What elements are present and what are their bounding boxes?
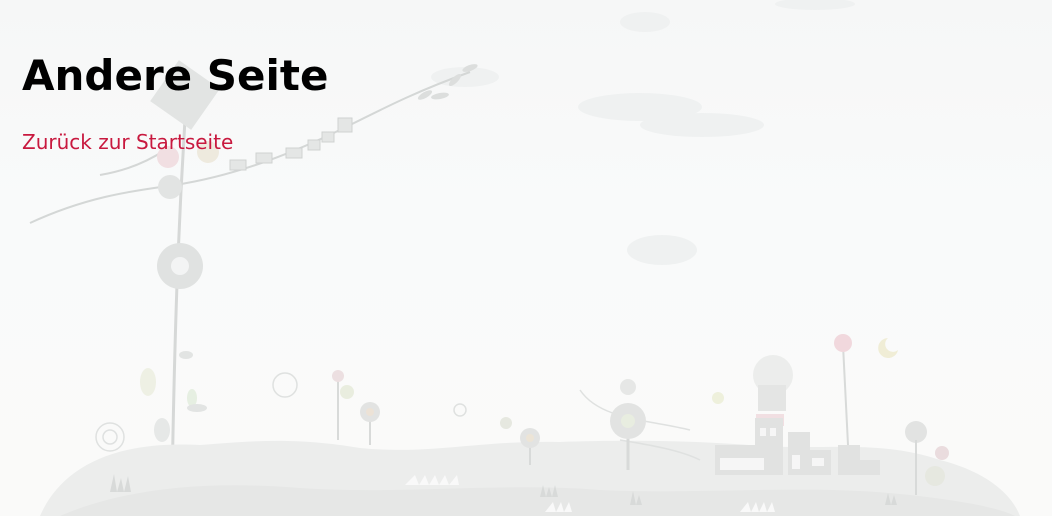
house-and-bear xyxy=(753,355,793,426)
garland-flags xyxy=(229,117,353,171)
tall-stem-plant xyxy=(140,60,220,491)
moon-icon xyxy=(878,338,898,358)
clouds xyxy=(431,0,855,265)
back-to-home-link[interactable]: Zurück zur Startseite xyxy=(22,129,233,155)
page-title: Andere Seite xyxy=(22,51,329,100)
